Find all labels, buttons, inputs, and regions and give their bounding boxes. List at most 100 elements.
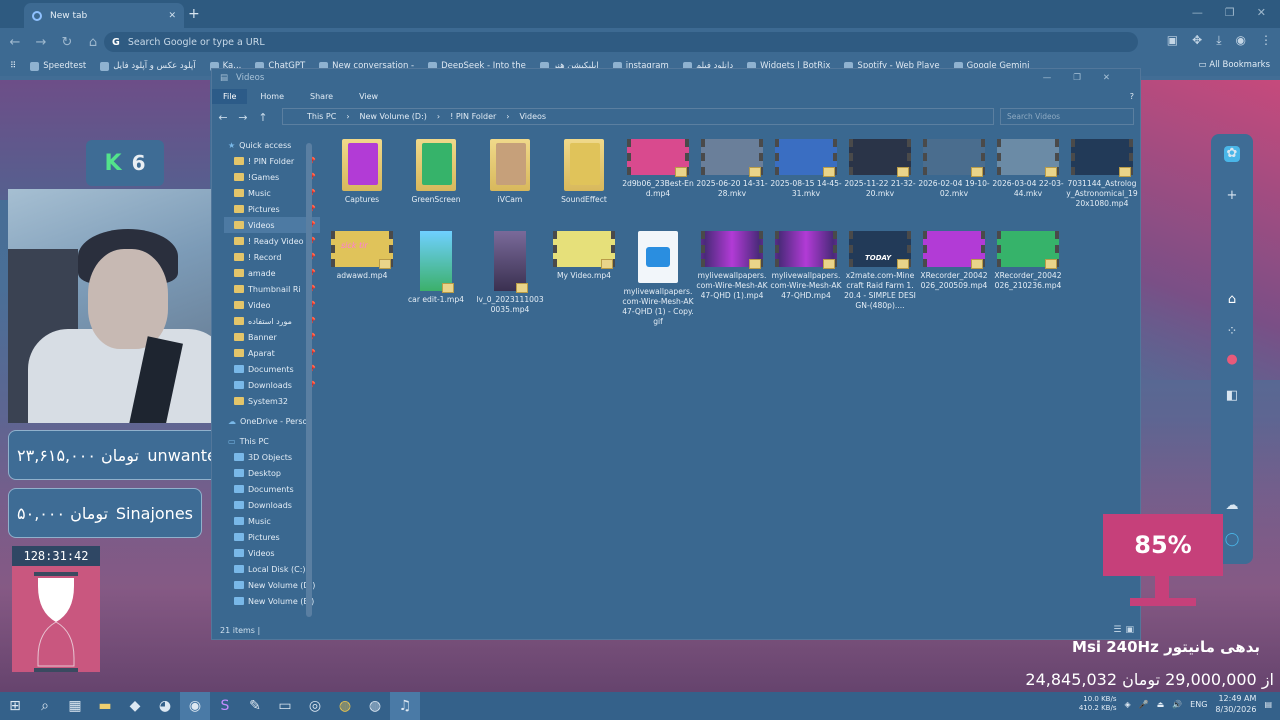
stream-app-icon[interactable]: S (210, 692, 240, 720)
microphone-icon[interactable]: 🎤 (1139, 700, 1149, 709)
file-item[interactable]: sick tir adwawd.mp4 (326, 231, 398, 281)
clock[interactable]: 12:49 AM 8/30/2026 (1215, 693, 1256, 715)
folder-icon (234, 237, 244, 245)
home-icon[interactable]: ⌂ (82, 35, 104, 50)
back-icon[interactable]: ← (214, 111, 232, 124)
tab-home[interactable]: Home (247, 89, 297, 104)
details-view-icon[interactable]: ☰ (1113, 625, 1121, 635)
game-icon[interactable]: ● (1224, 352, 1240, 368)
apps-icon[interactable]: ⠿ (10, 61, 16, 71)
all-bookmarks[interactable]: ▭ All Bookmarks (1199, 60, 1270, 70)
folder-item[interactable]: Captures (326, 139, 398, 205)
volume-icon[interactable]: 🔊 (1172, 700, 1182, 709)
file-item[interactable]: XRecorder_20042026_200509.mp4 (918, 231, 990, 291)
toolbar-icons: ▣ ✥ ⤓ ◉ ⋮ (1167, 33, 1272, 48)
profile-icon[interactable]: ◉ (1236, 33, 1246, 48)
home-icon[interactable]: ⌂ (1224, 292, 1240, 308)
omnibox[interactable]: G Search Google or type a URL (104, 32, 1138, 52)
search-icon[interactable]: ⌕ (30, 692, 60, 720)
file-item[interactable]: TODAY x2mate.com-Minecraft Raid Farm 1.20… (844, 231, 916, 311)
file-explorer-icon[interactable]: ▬ (90, 692, 120, 720)
tab-view[interactable]: View (346, 89, 391, 104)
steam-icon[interactable]: ◎ (300, 692, 330, 720)
file-item[interactable]: XRecorder_20042026_210236.mp4 (992, 231, 1064, 291)
chrome-profile-icon[interactable]: ◍ (360, 692, 390, 720)
file-item[interactable]: 7031144_Astrology_Astronomical_1920x1080… (1066, 139, 1138, 209)
notification-icon[interactable]: ▤ (1264, 700, 1272, 709)
explorer-window-controls[interactable]: —❐✕ (1043, 73, 1132, 83)
file-item[interactable]: 2025-11-22 21-32-20.mkv (844, 139, 916, 199)
tab-file[interactable]: File (212, 88, 248, 104)
file-item[interactable]: 2025-08-15 14-45-31.mkv (770, 139, 842, 199)
forward-icon[interactable]: → (234, 111, 252, 124)
headphones-icon[interactable]: ♫ (390, 692, 420, 720)
add-icon[interactable]: + (1224, 188, 1240, 204)
file-item[interactable]: 2025-06-20 14-31-28.mkv (696, 139, 768, 199)
discord-icon[interactable]: ◕ (150, 692, 180, 720)
file-item[interactable]: 2026-03-04 22-03-44.mkv (992, 139, 1064, 199)
breadcrumb-item[interactable]: Videos (520, 112, 547, 121)
tray-app-icon[interactable]: ◈ (1125, 700, 1131, 709)
usb-icon[interactable]: ⏏ (1157, 700, 1165, 709)
app-icon[interactable]: ✿ (1224, 146, 1240, 162)
breadcrumb[interactable]: This PC › New Volume (D:) › ! PIN Folder › … (282, 108, 994, 125)
controller-icon[interactable]: ◧ (1224, 388, 1240, 404)
browser-tab[interactable]: New tab ✕ (24, 3, 184, 28)
pen-icon[interactable]: ✎ (240, 692, 270, 720)
forward-icon[interactable]: → (30, 35, 52, 50)
menu-icon[interactable]: ⋮ (1260, 33, 1272, 48)
donation-amount: ۲۳,۶۱۵,۰۰۰ تومان (17, 445, 139, 465)
nav-scrollbar[interactable] (306, 143, 312, 617)
minimize-icon[interactable]: — (1192, 6, 1203, 19)
file-item[interactable]: 2d9b06_23Best-End.mp4 (622, 139, 694, 199)
icons-view-icon[interactable]: ▣ (1125, 625, 1134, 635)
breadcrumb-item[interactable]: ! PIN Folder (450, 112, 496, 121)
bookmark-item[interactable]: Speedtest (30, 61, 86, 71)
monitor-stand (1155, 576, 1169, 598)
close-icon[interactable]: ✕ (168, 11, 176, 21)
file-item[interactable]: mylivewallpapers.com-Wire-Mesh-AK47-QHD … (622, 231, 694, 327)
extension-icon[interactable]: ▣ (1167, 33, 1178, 48)
folder-item[interactable]: iVCam (474, 139, 546, 205)
download-icon[interactable]: ⤓ (1216, 33, 1221, 48)
bookmark-item[interactable]: آپلود عکس و آپلود فایل (100, 61, 196, 71)
puzzle-icon[interactable]: ✥ (1192, 33, 1202, 48)
chrome-icon[interactable]: ◍ (330, 692, 360, 720)
maximize-icon[interactable]: ❐ (1225, 6, 1235, 19)
app-icon[interactable]: ◆ (120, 692, 150, 720)
new-tab-button[interactable]: + (188, 6, 200, 22)
windows-start-icon[interactable]: ⊞ (0, 692, 30, 720)
video-thumbnail (923, 231, 985, 269)
folder-icon (342, 139, 382, 191)
language-indicator[interactable]: ENG (1190, 700, 1207, 709)
folder-item[interactable]: GreenScreen (400, 139, 472, 205)
search-input[interactable]: Search Videos (1000, 108, 1134, 125)
tab-share[interactable]: Share (297, 89, 346, 104)
folder-item[interactable]: SoundEffect (548, 139, 620, 205)
file-item[interactable]: 2026-02-04 19-10-02.mkv (918, 139, 990, 199)
folder-app-icon[interactable]: ▭ (270, 692, 300, 720)
user-icon[interactable]: ◯ (1224, 532, 1240, 548)
donation-card: ۵۰,۰۰۰ تومان Sinajones (8, 488, 202, 538)
file-item[interactable]: lv_0_20231110030035.mp4 (474, 231, 546, 315)
folder-icon (234, 157, 244, 165)
grid-icon[interactable]: ⁘ (1224, 324, 1240, 340)
file-item[interactable]: mylivewallpapers.com-Wire-Mesh-AK47-QHD … (696, 231, 768, 301)
reload-icon[interactable]: ↻ (56, 35, 78, 50)
cloud-icon[interactable]: ☁ (1224, 498, 1240, 514)
net-up: 10.0 KB/s (1083, 695, 1117, 703)
file-item[interactable]: mylivewallpapers.com-Wire-Mesh-AK47-QHD.… (770, 231, 842, 301)
calculator-icon[interactable]: ▦ (60, 692, 90, 720)
file-item[interactable]: car edit-1.mp4 (400, 231, 472, 305)
back-icon[interactable]: ← (4, 35, 26, 50)
file-item[interactable]: My Video.mp4 (548, 231, 620, 281)
up-icon[interactable]: ↑ (254, 111, 272, 124)
breadcrumb-item[interactable]: This PC (307, 112, 336, 121)
close-window-icon[interactable]: ✕ (1257, 6, 1266, 19)
help-icon[interactable]: ? (1124, 92, 1140, 101)
breadcrumb-item[interactable]: New Volume (D:) (360, 112, 427, 121)
videos-icon (234, 549, 244, 557)
video-badge-icon (516, 283, 528, 293)
file-name: XRecorder_20042026_200509.mp4 (920, 271, 988, 290)
obs-icon[interactable]: ◉ (180, 692, 210, 720)
